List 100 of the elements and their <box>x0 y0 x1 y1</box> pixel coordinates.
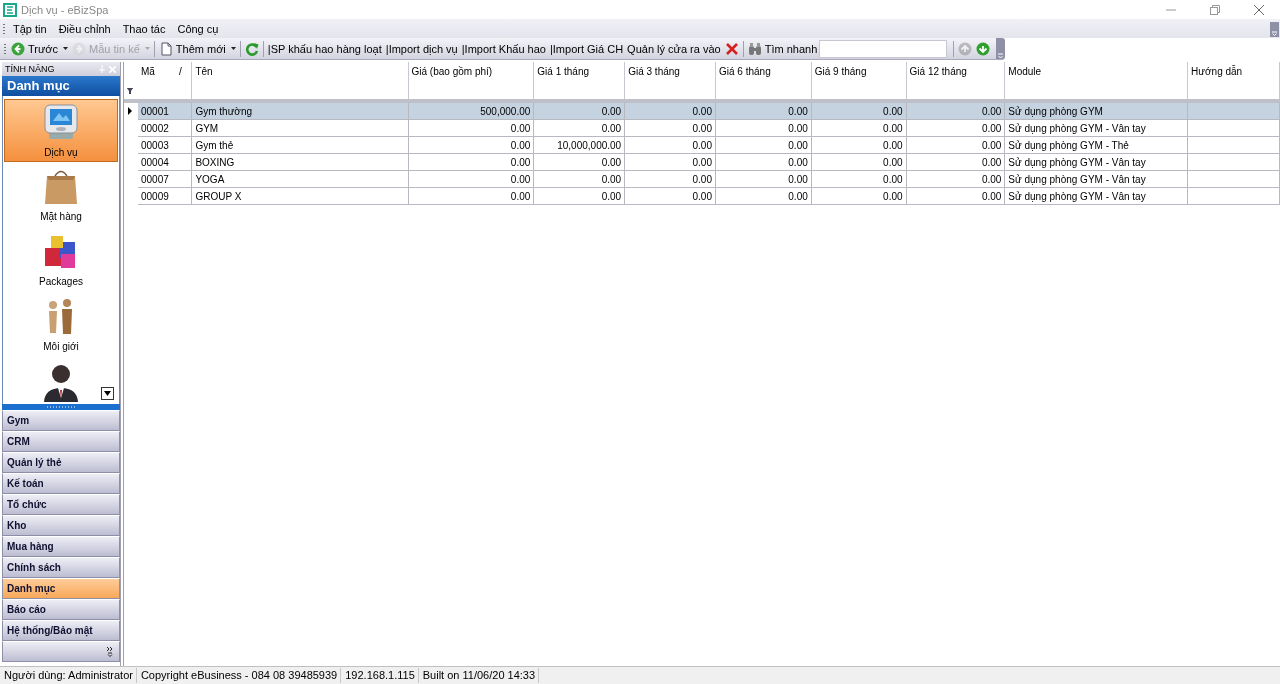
table-cell: 0.00 <box>408 136 534 154</box>
splitter-handle-icon[interactable] <box>47 406 75 408</box>
overflow-icon[interactable] <box>1270 22 1279 37</box>
status-text: Copyright eBusiness - 084 08 39485939 <box>136 668 342 683</box>
column-header[interactable]: Giá 12 tháng <box>906 62 1005 81</box>
document-icon <box>158 41 173 56</box>
toolbar-button[interactable]: |Import Giá CH <box>547 39 626 58</box>
new-button[interactable]: Thêm mới <box>156 39 238 58</box>
menu-item[interactable]: Điều chỉnh <box>52 22 117 35</box>
dropdown-caret-icon <box>144 47 150 50</box>
nav-group-button[interactable]: Kho <box>2 515 120 536</box>
menu-item[interactable]: Tập tin <box>7 22 53 35</box>
nav-group-button[interactable]: Gym <box>2 410 120 431</box>
scroll-down-button[interactable] <box>101 387 114 400</box>
table-cell: 0.00 <box>811 119 907 137</box>
table-cell: 0.00 <box>811 187 907 205</box>
table-cell: Sử dụng phòng GYM - Vân tay <box>1004 119 1188 137</box>
nav-group-button[interactable]: Báo cáo <box>2 599 120 620</box>
column-header[interactable]: Giá 3 tháng <box>624 62 716 81</box>
column-header[interactable]: Giá 6 tháng <box>715 62 812 81</box>
table-cell: 0.00 <box>408 119 534 137</box>
more-groups-button[interactable] <box>2 641 120 662</box>
close-icon[interactable] <box>1254 4 1264 15</box>
table-cell: 0.00 <box>408 187 534 205</box>
table-cell: GROUP X <box>191 187 409 205</box>
find-button[interactable]: Tìm nhanh <box>745 39 820 58</box>
delete-icon <box>724 41 739 56</box>
overflow-icon[interactable] <box>996 53 1006 59</box>
toolbar-button[interactable]: |SP khấu hao hàng loạt <box>265 39 384 58</box>
nav-group-button[interactable]: Kế toán <box>2 473 120 494</box>
back-arrow-icon <box>11 41 25 56</box>
menu-item[interactable]: Công cụ <box>171 22 225 35</box>
restore-icon[interactable] <box>1210 4 1220 15</box>
table-cell: 0.00 <box>624 153 716 171</box>
table-cell: 0.00 <box>715 153 812 171</box>
window-title: Dịch vụ - eBizSpa <box>21 3 110 16</box>
table-cell: 00004 <box>137 153 192 171</box>
table-cell: 0.00 <box>906 187 1005 205</box>
nav-group-button[interactable]: CRM <box>2 431 120 452</box>
dropdown-caret-icon <box>230 47 236 50</box>
table-cell: Gym thẻ <box>191 136 409 154</box>
panel-title: Danh mục <box>2 76 120 96</box>
table-cell: 0.00 <box>533 170 625 188</box>
up-arrow-icon <box>958 41 973 56</box>
status-text: Người dùng: Administrator <box>0 668 137 683</box>
row-indicator-icon <box>128 106 132 115</box>
toolbar-button[interactable]: Quản lý cửa ra vào <box>625 39 723 58</box>
table-cell: 0.00 <box>533 153 625 171</box>
status-text: Built on 11/06/20 14:33 <box>418 668 540 683</box>
column-header[interactable]: Hướng dẫn <box>1187 62 1280 81</box>
column-header[interactable]: Tên <box>191 62 409 81</box>
table-cell: 0.00 <box>906 170 1005 188</box>
dropdown-caret-icon <box>63 47 69 50</box>
nav-group-button[interactable]: Quản lý thẻ <box>2 452 120 473</box>
column-header[interactable]: Giá 9 tháng <box>811 62 907 81</box>
table-cell: YOGA <box>191 170 409 188</box>
table-cell: 0.00 <box>408 170 534 188</box>
table-cell: 0.00 <box>624 170 716 188</box>
filter-icon[interactable] <box>127 88 133 94</box>
table-cell: 10,000,000.00 <box>533 136 625 154</box>
table-cell: 0.00 <box>715 136 812 154</box>
down-arrow-icon <box>976 41 991 56</box>
table-cell: 0.00 <box>906 153 1005 171</box>
quick-search-field[interactable] <box>819 39 948 58</box>
back-button[interactable]: Trước <box>9 39 71 58</box>
person-icon <box>41 362 81 402</box>
column-header[interactable]: Module <box>1004 62 1188 81</box>
table-cell: Sử dụng phòng GYM - Vân tay <box>1004 153 1188 171</box>
table-cell: Sử dụng phòng GYM - Thẻ <box>1004 136 1188 154</box>
table-cell: 0.00 <box>624 136 716 154</box>
toolbar-button[interactable]: |Import dịch vụ <box>383 39 460 58</box>
column-header[interactable]: Giá (bao gồm phí) <box>408 62 534 81</box>
table-cell: 00007 <box>137 170 192 188</box>
toolbar-button[interactable]: |Import Khấu hao <box>459 39 548 58</box>
nav-group-button[interactable]: Mua hàng <box>2 536 120 557</box>
status-text: 192.168.1.115 <box>341 668 419 683</box>
module-item[interactable]: Packages <box>4 229 118 292</box>
nav-group-button[interactable]: Chính sách <box>2 557 120 578</box>
table-cell: BOXING <box>191 153 409 171</box>
column-header[interactable]: Mã / <box>137 62 192 81</box>
table-cell: 00009 <box>137 187 192 205</box>
module-item[interactable]: Dịch vụ <box>4 99 118 162</box>
table-cell: 0.00 <box>624 119 716 137</box>
module-item[interactable]: Mặt hàng <box>4 164 118 227</box>
column-header[interactable]: Giá 1 tháng <box>533 62 625 81</box>
table-cell: 0.00 <box>408 153 534 171</box>
menu-item[interactable]: Thao tác <box>116 22 172 35</box>
module-item[interactable]: Môi giới <box>4 294 118 357</box>
table-cell: 00003 <box>137 136 192 154</box>
table-cell: 0.00 <box>715 119 812 137</box>
table-cell: 0.00 <box>906 136 1005 154</box>
table-cell: 0.00 <box>624 187 716 205</box>
table-cell: 0.00 <box>715 170 812 188</box>
table-cell: Sử dụng phòng GYM - Vân tay <box>1004 170 1188 188</box>
nav-group-button[interactable]: Tổ chức <box>2 494 120 515</box>
nav-group-button[interactable]: Hệ thống/Bảo mật <box>2 620 120 641</box>
table-cell: 0.00 <box>906 119 1005 137</box>
chevron-icon <box>107 646 113 657</box>
table-cell: Sử dụng phòng GYM - Vân tay <box>1004 187 1188 205</box>
nav-group-button[interactable]: Danh mục <box>2 578 120 599</box>
